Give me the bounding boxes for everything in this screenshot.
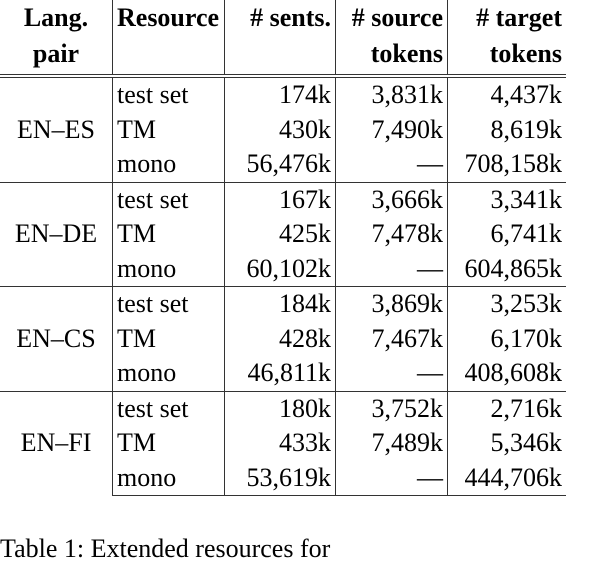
sents-cell: 180k [224,390,336,426]
source-tokens-cell: 7,489k [335,426,448,461]
table-caption: Table 1: Extended resources for [0,534,331,563]
source-tokens-cell: 3,752k [335,390,448,426]
group-en-fi: EN–FI test set 180k 3,752k 2,716k TM 433… [0,390,566,496]
target-tokens-cell: 3,341k [447,181,566,217]
table-row: EN–DE test set 167k 3,666k 3,341k [0,181,566,287]
source-tokens-cell: — [335,147,448,182]
source-tokens-cell: 7,490k [335,112,448,147]
source-tokens-cell: — [335,251,448,287]
table-row: EN–CS test set 184k 3,869k 3,253k [0,286,566,391]
lang-pair-cell: EN–FI [0,390,113,496]
source-tokens-cell: 3,666k [335,181,448,217]
sents-cell: 433k [224,426,336,461]
corpus-statistics-table: Lang. pair Resource # sents. # source toke… [0,0,566,496]
target-tokens-cell: 444,706k [447,460,566,496]
resource-cell: TM [112,217,225,252]
header-sents: # sents. [224,0,336,77]
source-tokens-cell: 3,831k [335,74,448,113]
lang-pair-cell: EN–ES [0,74,113,182]
table-row: EN–ES test set 174k 3,831k 4,437k [0,74,566,182]
group-en-cs: EN–CS test set 184k 3,869k 3,253k TM 428… [0,286,566,391]
sents-cell: 430k [224,112,336,147]
header-source-tokens: # source tokens [335,0,448,77]
target-tokens-cell: 6,170k [447,321,566,356]
target-tokens-cell: 5,346k [447,426,566,461]
resource-cell: mono [112,251,225,287]
target-tokens-cell: 2,716k [447,390,566,426]
target-tokens-cell: 708,158k [447,147,566,182]
resource-cell: test set [112,390,225,426]
target-tokens-cell: 408,608k [447,356,566,391]
resource-cell: test set [112,286,225,322]
group-en-de: EN–DE test set 167k 3,666k 3,341k TM 425… [0,181,566,287]
header-lang-pair: Lang. pair [0,0,113,77]
resource-cell: TM [112,112,225,147]
source-tokens-cell: 7,467k [335,321,448,356]
target-tokens-cell: 3,253k [447,286,566,322]
lang-pair-cell: EN–DE [0,181,113,287]
sents-cell: 184k [224,286,336,322]
resource-cell: test set [112,74,225,113]
resource-cell: test set [112,181,225,217]
source-tokens-cell: — [335,356,448,391]
sents-cell: 46,811k [224,356,336,391]
resource-cell: TM [112,426,225,461]
target-tokens-cell: 604,865k [447,251,566,287]
lang-pair-cell: EN–CS [0,286,113,391]
group-en-es: EN–ES test set 174k 3,831k 4,437k TM 430… [0,74,566,182]
source-tokens-cell: 7,478k [335,217,448,252]
sents-cell: 174k [224,74,336,113]
sents-cell: 53,619k [224,460,336,496]
resource-cell: mono [112,147,225,182]
target-tokens-cell: 4,437k [447,74,566,113]
header-row: Lang. pair Resource # sents. # source toke… [0,0,566,77]
resource-cell: mono [112,356,225,391]
source-tokens-cell: 3,869k [335,286,448,322]
sents-cell: 167k [224,181,336,217]
resource-cell: mono [112,460,225,496]
header-target-tokens: # target tokens [447,0,566,77]
sents-cell: 60,102k [224,251,336,287]
sents-cell: 428k [224,321,336,356]
resource-cell: TM [112,321,225,356]
sents-cell: 425k [224,217,336,252]
header-resource: Resource [112,0,225,77]
source-tokens-cell: — [335,460,448,496]
target-tokens-cell: 8,619k [447,112,566,147]
target-tokens-cell: 6,741k [447,217,566,252]
table-row: EN–FI test set 180k 3,752k 2,716k [0,390,566,496]
sents-cell: 56,476k [224,147,336,182]
